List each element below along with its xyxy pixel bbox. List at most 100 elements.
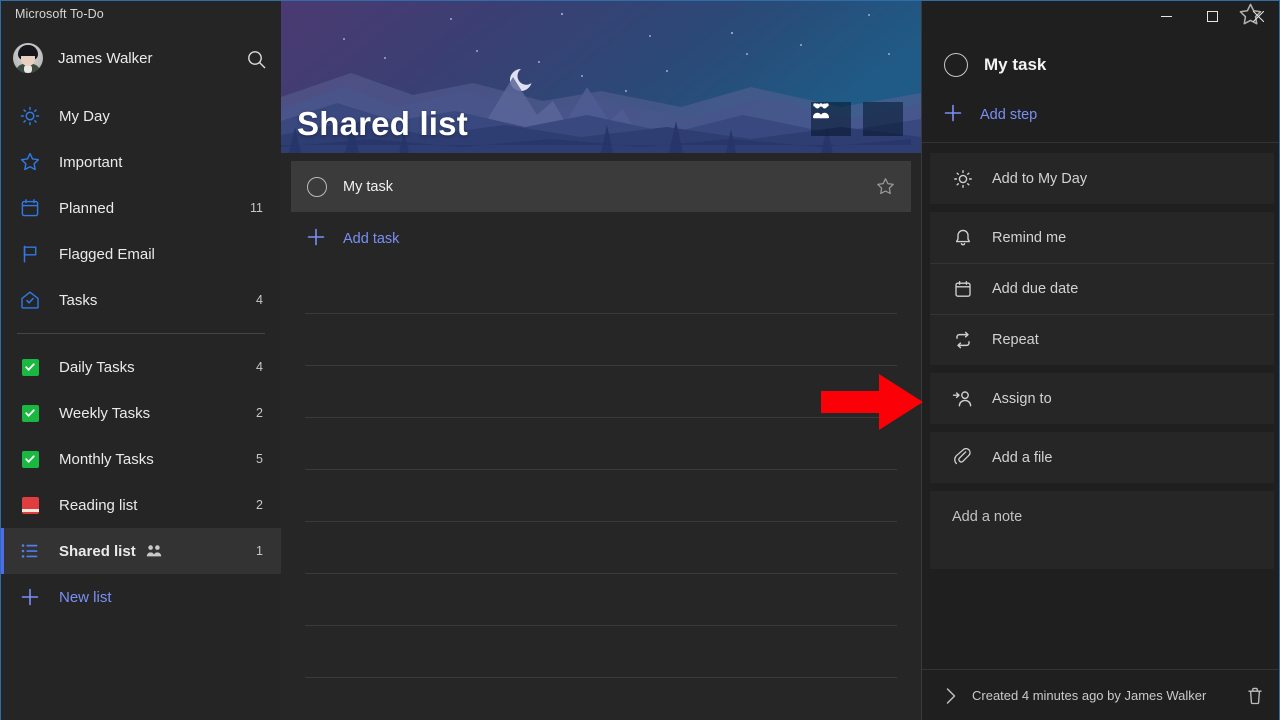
sidebar-item-label: Important (59, 153, 123, 171)
sidebar-item-label: Weekly Tasks (59, 404, 151, 422)
add-step-label: Add step (980, 107, 1038, 123)
green-check-square-icon (19, 402, 41, 424)
add-step-button[interactable]: Add step (922, 99, 1279, 131)
sidebar-divider (17, 333, 265, 334)
list-separator (305, 522, 897, 574)
sidebar-item-weekly-tasks[interactable]: Weekly Tasks 2 (1, 390, 281, 436)
detail-option-label: Add to My Day (992, 170, 1088, 187)
list-separator (305, 314, 897, 366)
sidebar-item-label: Tasks (59, 291, 98, 309)
sidebar-item-count: 4 (256, 293, 263, 307)
detail-card-assign: Assign to (930, 373, 1274, 424)
account-row[interactable]: James Walker (1, 39, 281, 77)
add-task-button[interactable]: Add task (291, 216, 911, 262)
detail-card-my-day: Add to My Day (930, 153, 1274, 204)
detail-option-add-due-date[interactable]: Add due date (930, 263, 1274, 314)
task-row[interactable]: My task (291, 161, 911, 212)
trash-icon[interactable] (1246, 686, 1264, 706)
list-separator (305, 262, 897, 314)
star-icon (19, 151, 41, 173)
detail-option-remind-me[interactable]: Remind me (930, 212, 1274, 263)
account-name: James Walker (58, 49, 153, 67)
detail-option-assign-to[interactable]: Assign to (930, 373, 1274, 424)
sidebar-item-monthly-tasks[interactable]: Monthly Tasks 5 (1, 436, 281, 482)
sidebar-item-flagged-email[interactable]: Flagged Email (1, 231, 281, 277)
list-lines-icon (19, 540, 41, 562)
repeat-icon (952, 329, 974, 351)
list-separator (305, 626, 897, 678)
sidebar-item-daily-tasks[interactable]: Daily Tasks 4 (1, 344, 281, 390)
plus-icon (19, 586, 41, 608)
detail-options: Add to My Day Remind me Add due date Rep… (930, 153, 1274, 577)
sidebar-item-important[interactable]: Important (1, 139, 281, 185)
detail-option-repeat[interactable]: Repeat (930, 314, 1274, 365)
task-title: My task (343, 178, 393, 195)
list-separator (305, 418, 897, 470)
detail-option-label: Add a file (992, 449, 1053, 466)
page-title: Shared list (297, 105, 468, 142)
detail-option-add-a-file[interactable]: Add a file (930, 432, 1274, 483)
list-options-button[interactable] (813, 102, 903, 136)
shared-list-people-icon (146, 544, 162, 558)
sidebar: James Walker My Day Important Planned 11… (1, 1, 281, 720)
sidebar-item-label: Flagged Email (59, 245, 155, 263)
green-check-square-icon (19, 356, 41, 378)
plus-icon (944, 104, 962, 127)
sidebar-item-label: Daily Tasks (59, 358, 135, 376)
task-star-icon[interactable] (876, 177, 895, 196)
list-separator (305, 574, 897, 626)
search-icon[interactable] (245, 48, 267, 70)
sidebar-item-count: 2 (256, 498, 263, 512)
add-a-note-field[interactable]: Add a note (930, 491, 1274, 569)
new-list-label: New list (59, 588, 112, 606)
list-header-actions (811, 102, 903, 136)
sidebar-item-tasks[interactable]: Tasks 4 (1, 277, 281, 323)
home-check-icon (19, 289, 41, 311)
detail-task-row: My task (922, 53, 1279, 77)
detail-complete-checkbox[interactable] (944, 53, 968, 77)
list-separator (305, 678, 897, 720)
assign-person-icon (952, 388, 974, 410)
close-button[interactable] (1235, 1, 1279, 32)
sidebar-item-label: My Day (59, 107, 110, 125)
red-book-icon (19, 494, 41, 516)
detail-card-scheduling: Remind me Add due date Repeat (930, 212, 1274, 365)
detail-task-title: My task (984, 55, 1047, 74)
sidebar-item-my-day[interactable]: My Day (1, 93, 281, 139)
minimize-button[interactable] (1143, 1, 1189, 32)
sidebar-item-count: 1 (256, 544, 263, 558)
flag-icon (19, 243, 41, 265)
task-detail-panel: My task Add step Add to My Day Remind me… (921, 1, 1279, 720)
new-list-button[interactable]: New list (1, 574, 281, 620)
sidebar-nav: My Day Important Planned 11 Flagged Emai… (1, 93, 281, 620)
sun-icon (952, 168, 974, 190)
sidebar-item-count: 5 (256, 452, 263, 466)
sidebar-item-count: 11 (250, 201, 263, 215)
list-header-banner: Shared list (281, 1, 921, 153)
detail-option-label: Repeat (992, 332, 1039, 348)
detail-option-add-to-my-day[interactable]: Add to My Day (930, 153, 1274, 204)
task-complete-checkbox[interactable] (307, 176, 327, 197)
maximize-button[interactable] (1189, 1, 1235, 32)
main-content: Shared list My task Add task (281, 1, 921, 720)
sidebar-item-count: 2 (256, 406, 263, 420)
sidebar-item-planned[interactable]: Planned 11 (1, 185, 281, 231)
avatar (13, 43, 43, 73)
detail-option-label: Remind me (992, 229, 1067, 246)
detail-option-label: Assign to (992, 390, 1052, 407)
plus-icon (307, 228, 325, 251)
task-list-separators (281, 262, 921, 720)
created-info: Created 4 minutes ago by James Walker (972, 688, 1207, 703)
add-task-label: Add task (343, 231, 400, 247)
chevron-right-icon[interactable] (938, 686, 964, 706)
detail-footer: Created 4 minutes ago by James Walker (922, 669, 1279, 720)
sidebar-item-shared-list[interactable]: Shared list 1 (1, 528, 281, 574)
list-separator (305, 470, 897, 522)
detail-option-label: Add due date (992, 281, 1079, 297)
app-window: Microsoft To-Do James Walker My Day Impo… (0, 0, 1280, 720)
sidebar-item-label: Monthly Tasks (59, 450, 154, 468)
sidebar-item-label: Reading list (59, 496, 138, 514)
detail-card-note: Add a note (930, 491, 1274, 569)
calendar-icon (19, 197, 41, 219)
sidebar-item-reading-list[interactable]: Reading list 2 (1, 482, 281, 528)
